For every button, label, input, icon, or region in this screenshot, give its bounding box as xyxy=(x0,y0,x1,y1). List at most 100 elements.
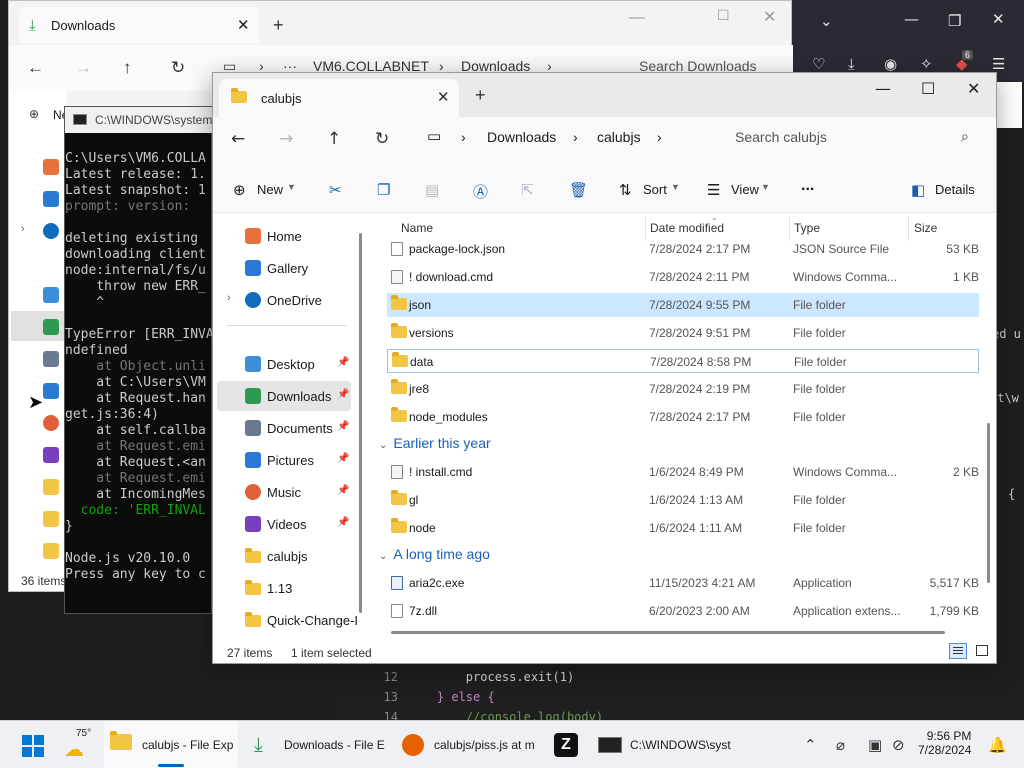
taskbar-app-explorer[interactable]: calubjs - File Exp xyxy=(104,721,238,768)
up-icon[interactable]: ↑ xyxy=(327,129,341,149)
file-row[interactable]: versions 7/28/2024 9:51 PM File folder xyxy=(387,321,979,345)
file-row[interactable]: 7z.dll 6/20/2023 2:00 AM Application exten… xyxy=(387,599,979,623)
file-row[interactable]: ! install.cmd 1/6/2024 8:49 PM Windows Com… xyxy=(387,460,979,484)
up-icon[interactable]: ↑ xyxy=(123,58,132,78)
details-button[interactable]: Details xyxy=(935,182,975,197)
horizontal-scrollbar[interactable] xyxy=(391,631,945,634)
back-icon[interactable]: ← xyxy=(231,129,245,149)
close-tab-icon[interactable]: ✕ xyxy=(237,16,250,34)
sidebar-item-music[interactable]: Music 📌 xyxy=(217,477,351,507)
chevron-up-icon[interactable]: ⌃ xyxy=(804,736,817,754)
close-tab-icon[interactable]: ✕ xyxy=(437,88,450,106)
group-header[interactable]: ⌄ Earlier this year xyxy=(379,435,491,451)
pin-icon[interactable]: 📌 xyxy=(337,485,349,496)
cmd-titlebar[interactable]: C:\WINDOWS\system32 xyxy=(65,107,226,133)
group-header[interactable]: ⌄ A long time ago xyxy=(379,546,490,562)
chevron-right-icon[interactable]: › xyxy=(21,223,25,235)
file-row[interactable]: ! download.cmd 7/28/2024 2:11 PM Windows C… xyxy=(387,265,979,289)
desktop-icon[interactable] xyxy=(43,287,59,303)
account-icon[interactable]: ◉ xyxy=(884,55,897,73)
start-icon[interactable] xyxy=(22,735,44,757)
folder-icon[interactable] xyxy=(43,511,59,527)
menu-icon[interactable]: ☰ xyxy=(992,55,1005,73)
network-icon[interactable]: ⌀ xyxy=(836,736,845,754)
close-icon[interactable]: ✕ xyxy=(763,7,776,27)
file-row[interactable]: data 7/28/2024 8:58 PM File folder xyxy=(387,349,979,373)
chevron-down-icon[interactable]: ▼ xyxy=(671,182,680,192)
notification-icon[interactable]: 🔔 xyxy=(988,736,1007,754)
sort-icon[interactable]: ⇅ xyxy=(619,181,632,199)
file-row[interactable]: jre8 7/28/2024 2:19 PM File folder xyxy=(387,377,979,401)
gallery-icon[interactable] xyxy=(43,191,59,207)
column-header-type[interactable]: Type xyxy=(794,221,820,235)
file-row[interactable]: gl 1/6/2024 1:13 AM File folder xyxy=(387,488,979,512)
maximize-icon[interactable]: ☐ xyxy=(717,7,730,24)
file-row[interactable]: json 7/28/2024 9:55 PM File folder xyxy=(387,293,979,317)
search-icon[interactable]: ⌕ xyxy=(961,128,969,145)
close-icon[interactable]: ✕ xyxy=(992,10,1005,28)
refresh-icon[interactable]: ↻ xyxy=(171,58,185,78)
sidebar-item-1-13[interactable]: 1.13 xyxy=(217,573,351,603)
chevron-down-icon[interactable]: ▼ xyxy=(761,182,770,192)
column-header-size[interactable]: Size xyxy=(914,221,937,235)
documents-icon[interactable] xyxy=(43,351,59,367)
sidebar-item-home[interactable]: Home xyxy=(217,221,351,251)
file-row[interactable]: node_modules 7/28/2024 2:17 PM File folder xyxy=(387,405,979,429)
sidebar-item-documents[interactable]: Documents 📌 xyxy=(217,413,351,443)
taskbar-app-firefox[interactable]: calubjs/piss.js at m xyxy=(396,721,536,768)
taskbar-app-downloads[interactable]: ⤓ Downloads - File E xyxy=(248,721,388,768)
sidebar-item-downloads[interactable]: Downloads 📌 xyxy=(217,381,351,411)
clock[interactable]: 9:56 PM 7/28/2024 xyxy=(918,729,971,757)
chevron-down-icon[interactable]: ⌄ xyxy=(820,12,833,30)
file-row[interactable]: package-lock.json 7/28/2024 2:17 PM JSON S… xyxy=(387,237,979,261)
sidebar-item-pictures[interactable]: Pictures 📌 xyxy=(217,445,351,475)
chevron-down-icon[interactable]: ⌄ xyxy=(379,440,387,451)
back-icon[interactable]: ← xyxy=(27,58,44,78)
pin-icon[interactable]: 📌 xyxy=(337,453,349,464)
pictures-icon[interactable] xyxy=(43,383,59,399)
search-input[interactable]: Search calubjs xyxy=(735,129,827,145)
column-header-name[interactable]: Name xyxy=(401,221,433,235)
sort-button[interactable]: Sort xyxy=(643,182,667,197)
details-view-icon[interactable] xyxy=(949,643,967,659)
file-row[interactable]: node 1/6/2024 1:11 AM File folder xyxy=(387,516,979,540)
folder-icon[interactable] xyxy=(43,479,59,495)
restore-icon[interactable]: ❐ xyxy=(948,12,961,30)
music-icon[interactable] xyxy=(43,415,59,431)
pin-icon[interactable]: 📌 xyxy=(337,389,349,400)
copy-icon[interactable]: ❐ xyxy=(377,181,390,199)
forward-icon[interactable]: → xyxy=(279,129,293,149)
tiles-view-icon[interactable] xyxy=(973,643,991,659)
vertical-scrollbar[interactable] xyxy=(987,423,990,583)
sidebar-item-videos[interactable]: Videos 📌 xyxy=(217,509,351,539)
minimize-icon[interactable]: — xyxy=(904,10,919,28)
sidebar-scrollbar[interactable] xyxy=(359,233,362,613)
chevron-down-icon[interactable]: ⌄ xyxy=(379,551,387,562)
search-box[interactable]: Search calubjs ⌕ xyxy=(717,121,983,153)
chevron-right-icon[interactable]: › xyxy=(227,292,231,304)
weather-widget[interactable]: ☁ 75° xyxy=(60,721,100,768)
videos-icon[interactable] xyxy=(43,447,59,463)
new-tab-icon[interactable]: + xyxy=(475,85,486,106)
view-button[interactable]: View xyxy=(731,182,759,197)
pin-icon[interactable]: 📌 xyxy=(337,357,349,368)
computer-icon[interactable]: ▭ xyxy=(427,127,441,145)
pocket-icon[interactable]: ♡ xyxy=(812,55,825,73)
pin-icon[interactable]: 📌 xyxy=(337,517,349,528)
sidebar-item-gallery[interactable]: Gallery xyxy=(217,253,351,283)
home-icon[interactable] xyxy=(43,159,59,175)
new-tab-icon[interactable]: + xyxy=(273,15,284,36)
more-options-button[interactable]: ... xyxy=(801,177,814,195)
cut-icon[interactable]: ✂ xyxy=(329,181,342,199)
address-bar[interactable]: ▭ › Downloads › calubjs › xyxy=(413,121,707,153)
forward-icon[interactable]: → xyxy=(75,58,92,78)
folder-icon[interactable] xyxy=(43,543,59,559)
tab-calubjs[interactable]: calubjs ✕ xyxy=(219,79,459,117)
sidebar-item-desktop[interactable]: Desktop 📌 xyxy=(217,349,351,379)
view-icon[interactable]: ☰ xyxy=(707,181,720,199)
sidebar-item-calubjs[interactable]: calubjs xyxy=(217,541,351,571)
new-icon[interactable]: ⊕ xyxy=(233,181,246,199)
breadcrumb-calubjs[interactable]: calubjs xyxy=(597,129,641,145)
minimize-icon[interactable]: — xyxy=(875,79,891,98)
onedrive-icon[interactable] xyxy=(43,223,59,239)
